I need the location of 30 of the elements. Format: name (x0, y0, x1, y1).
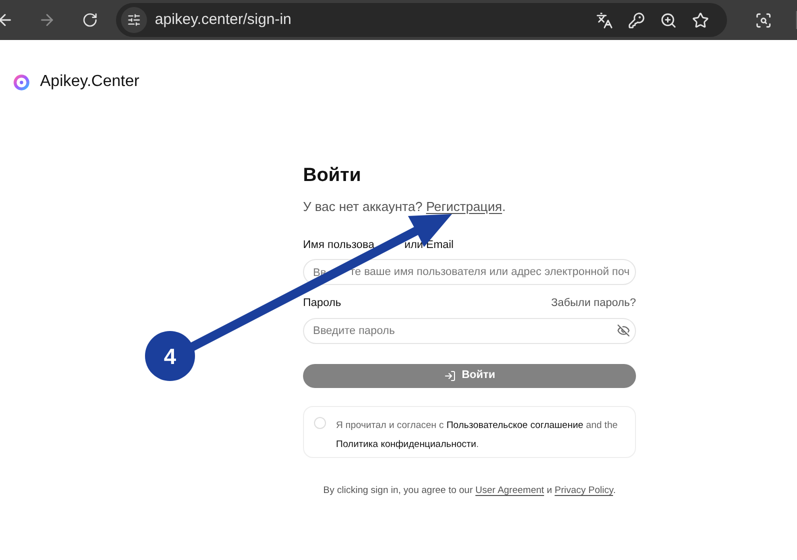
back-icon[interactable] (0, 11, 14, 29)
agreement-text: Я прочитал и согласен с Пользовательское соглашение and the Политика конфиденциальности. (336, 418, 619, 452)
login-icon (444, 370, 456, 382)
zoom-icon[interactable] (660, 12, 678, 28)
step-badge: 4 (145, 331, 195, 381)
key-icon[interactable] (628, 12, 646, 28)
user-agreement-link[interactable]: Пользовательское соглашение (446, 420, 584, 430)
privacy-policy-link[interactable]: Политика конфиденциальности (336, 438, 476, 450)
brand-name: Apikey.Center (40, 72, 140, 92)
password-field[interactable]: Введите пароль (303, 318, 636, 344)
forgot-password-link[interactable]: Забыли пароль? (551, 295, 636, 312)
reload-icon[interactable] (82, 12, 98, 28)
logo-icon (13, 74, 30, 90)
username-label: Имя пользова (303, 238, 374, 252)
bookmark-star-icon[interactable] (692, 12, 710, 28)
address-bar[interactable]: apikey.center/sign-in (116, 3, 728, 37)
username-label: или Email (404, 238, 454, 252)
password-label: Пароль (303, 296, 342, 311)
page-title: Войти (303, 164, 362, 188)
user-agreement-link[interactable]: User Agreement (475, 484, 544, 496)
hide-password-icon[interactable] (617, 324, 630, 336)
footer-note: By clicking sign in, you agree to our User Agreement и Privacy Policy. (322, 484, 617, 498)
lens-icon[interactable] (755, 12, 772, 28)
agreement-checkbox[interactable] (314, 416, 326, 428)
signup-prompt: У вас нет аккаунта? Регистрация. (303, 198, 507, 216)
translate-icon[interactable] (596, 12, 614, 28)
url-text: apikey.center/sign-in (154, 10, 292, 30)
site-settings-icon[interactable] (120, 7, 147, 33)
privacy-policy-link[interactable]: Privacy Policy (554, 484, 614, 496)
signup-link[interactable]: Регистрация (426, 199, 502, 214)
